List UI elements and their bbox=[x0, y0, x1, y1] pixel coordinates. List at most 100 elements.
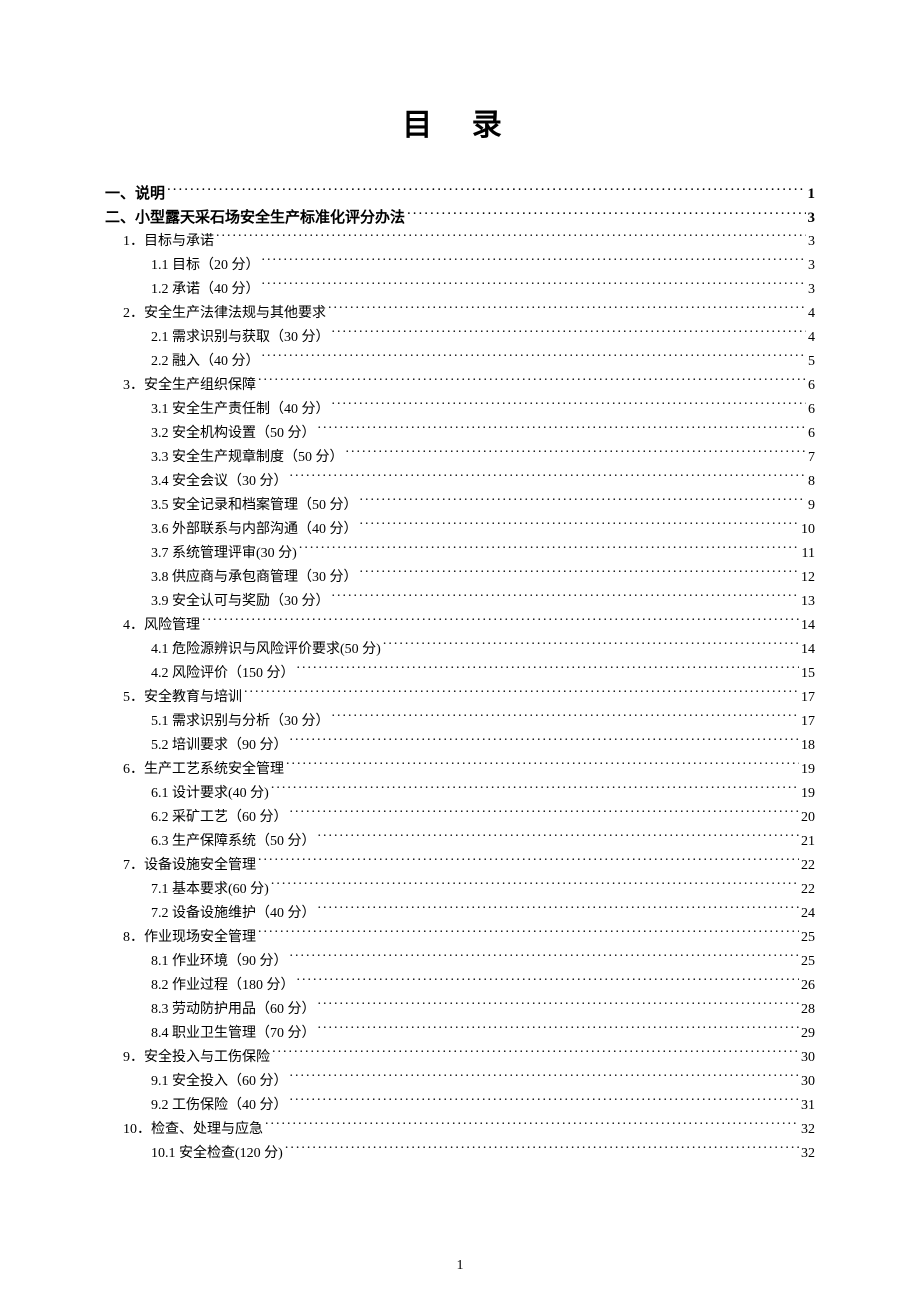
toc-page: 20 bbox=[799, 806, 815, 830]
toc-row: 3.5 安全记录和档案管理（50 分） 9 bbox=[105, 494, 815, 518]
toc-row: 6.2 采矿工艺（60 分） 20 bbox=[105, 806, 815, 830]
dot-leader bbox=[284, 759, 799, 773]
toc-row: 5．安全教育与培训 17 bbox=[105, 686, 815, 710]
dot-leader bbox=[288, 1071, 800, 1085]
dot-leader bbox=[358, 519, 800, 533]
toc-page: 19 bbox=[799, 782, 815, 806]
toc-label: 3.3 安全生产规章制度（50 分） bbox=[151, 446, 344, 470]
toc-label: 2.2 融入（40 分） bbox=[151, 350, 260, 374]
toc-page: 10 bbox=[799, 518, 815, 542]
toc-label: 3.9 安全认可与奖励（30 分） bbox=[151, 590, 330, 614]
toc-row: 8．作业现场安全管理 25 bbox=[105, 926, 815, 950]
toc-row: 3.7 系统管理评审(30 分) 11 bbox=[105, 542, 815, 566]
toc-row: 8.3 劳动防护用品（60 分） 28 bbox=[105, 998, 815, 1022]
toc-label: 7．设备设施安全管理 bbox=[123, 854, 256, 878]
toc-page: 13 bbox=[799, 590, 815, 614]
toc-row: 二、小型露天采石场安全生产标准化评分办法 3 bbox=[105, 206, 815, 230]
toc-page: 4 bbox=[806, 302, 815, 326]
dot-leader bbox=[288, 471, 807, 485]
toc-page: 15 bbox=[799, 662, 815, 686]
toc-page: 3 bbox=[806, 230, 815, 254]
toc-label: 5．安全教育与培训 bbox=[123, 686, 242, 710]
toc-page: 32 bbox=[799, 1142, 815, 1166]
dot-leader bbox=[405, 207, 805, 222]
dot-leader bbox=[344, 447, 807, 461]
toc-label: 2．安全生产法律法规与其他要求 bbox=[123, 302, 326, 326]
toc-row: 9.1 安全投入（60 分） 30 bbox=[105, 1070, 815, 1094]
toc-label: 4.1 危险源辨识与风险评价要求(50 分) bbox=[151, 638, 381, 662]
toc-page: 29 bbox=[799, 1022, 815, 1046]
toc-label: 6.3 生产保障系统（50 分） bbox=[151, 830, 316, 854]
page-number: 1 bbox=[0, 1258, 920, 1274]
toc-label: 5.1 需求识别与分析（30 分） bbox=[151, 710, 330, 734]
dot-leader bbox=[316, 831, 800, 845]
toc-row: 1．目标与承诺 3 bbox=[105, 230, 815, 254]
dot-leader bbox=[256, 927, 799, 941]
toc-label: 8.4 职业卫生管理（70 分） bbox=[151, 1022, 316, 1046]
toc-label: 9．安全投入与工伤保险 bbox=[123, 1046, 270, 1070]
dot-leader bbox=[330, 327, 807, 341]
toc-page: 18 bbox=[799, 734, 815, 758]
toc-label: 1.1 目标（20 分） bbox=[151, 254, 260, 278]
dot-leader bbox=[316, 1023, 800, 1037]
toc-label: 10．检查、处理与应急 bbox=[123, 1118, 263, 1142]
toc-row: 3.3 安全生产规章制度（50 分） 7 bbox=[105, 446, 815, 470]
toc-label: 8．作业现场安全管理 bbox=[123, 926, 256, 950]
toc-row: 3.8 供应商与承包商管理（30 分） 12 bbox=[105, 566, 815, 590]
dot-leader bbox=[295, 975, 800, 989]
toc-row: 1.1 目标（20 分） 3 bbox=[105, 254, 815, 278]
dot-leader bbox=[200, 615, 799, 629]
toc-page: 25 bbox=[799, 926, 815, 950]
toc-page: 31 bbox=[799, 1094, 815, 1118]
dot-leader bbox=[242, 687, 799, 701]
toc-page: 32 bbox=[799, 1118, 815, 1142]
toc-page: 3 bbox=[806, 254, 815, 278]
dot-leader bbox=[260, 351, 807, 365]
toc-row: 1.2 承诺（40 分） 3 bbox=[105, 278, 815, 302]
toc-page: 7 bbox=[806, 446, 815, 470]
toc-page: 11 bbox=[800, 542, 815, 566]
toc-label: 3.5 安全记录和档案管理（50 分） bbox=[151, 494, 358, 518]
toc-row: 3.1 安全生产责任制（40 分） 6 bbox=[105, 398, 815, 422]
toc-row: 4.2 风险评价（150 分） 15 bbox=[105, 662, 815, 686]
dot-leader bbox=[165, 183, 805, 198]
toc-label: 3.2 安全机构设置（50 分） bbox=[151, 422, 316, 446]
toc-row: 7.2 设备设施维护（40 分） 24 bbox=[105, 902, 815, 926]
toc-page: 6 bbox=[806, 374, 815, 398]
toc-page: 9 bbox=[806, 494, 815, 518]
toc-page: 1 bbox=[806, 182, 816, 206]
toc-page: 19 bbox=[799, 758, 815, 782]
toc-page: 12 bbox=[799, 566, 815, 590]
dot-leader bbox=[288, 807, 800, 821]
toc-row: 3.2 安全机构设置（50 分） 6 bbox=[105, 422, 815, 446]
toc-page: 22 bbox=[799, 854, 815, 878]
dot-leader bbox=[381, 639, 799, 653]
dot-leader bbox=[295, 663, 800, 677]
toc-row: 5.1 需求识别与分析（30 分） 17 bbox=[105, 710, 815, 734]
toc-page: 21 bbox=[799, 830, 815, 854]
toc-label: 2.1 需求识别与获取（30 分） bbox=[151, 326, 330, 350]
toc-label: 1．目标与承诺 bbox=[123, 230, 214, 254]
toc-row: 9.2 工伤保险（40 分） 31 bbox=[105, 1094, 815, 1118]
toc-row: 3．安全生产组织保障 6 bbox=[105, 374, 815, 398]
dot-leader bbox=[260, 279, 807, 293]
dot-leader bbox=[214, 231, 806, 245]
toc-label: 7.1 基本要求(60 分) bbox=[151, 878, 269, 902]
dot-leader bbox=[263, 1119, 799, 1133]
toc-label: 10.1 安全检查(120 分) bbox=[151, 1142, 283, 1166]
document-page: 目 录 一、说明 1二、小型露天采石场安全生产标准化评分办法 31．目标与承诺 … bbox=[0, 0, 920, 1302]
dot-leader bbox=[260, 255, 807, 269]
toc-row: 6.3 生产保障系统（50 分） 21 bbox=[105, 830, 815, 854]
toc-label: 6.2 采矿工艺（60 分） bbox=[151, 806, 288, 830]
toc-label: 3.8 供应商与承包商管理（30 分） bbox=[151, 566, 358, 590]
toc-label: 8.3 劳动防护用品（60 分） bbox=[151, 998, 316, 1022]
toc-row: 10.1 安全检查(120 分) 32 bbox=[105, 1142, 815, 1166]
toc-label: 7.2 设备设施维护（40 分） bbox=[151, 902, 316, 926]
dot-leader bbox=[330, 591, 800, 605]
dot-leader bbox=[330, 711, 800, 725]
toc-page: 4 bbox=[806, 326, 815, 350]
dot-leader bbox=[326, 303, 806, 317]
toc-page: 30 bbox=[799, 1070, 815, 1094]
toc-page: 25 bbox=[799, 950, 815, 974]
toc-row: 7．设备设施安全管理 22 bbox=[105, 854, 815, 878]
